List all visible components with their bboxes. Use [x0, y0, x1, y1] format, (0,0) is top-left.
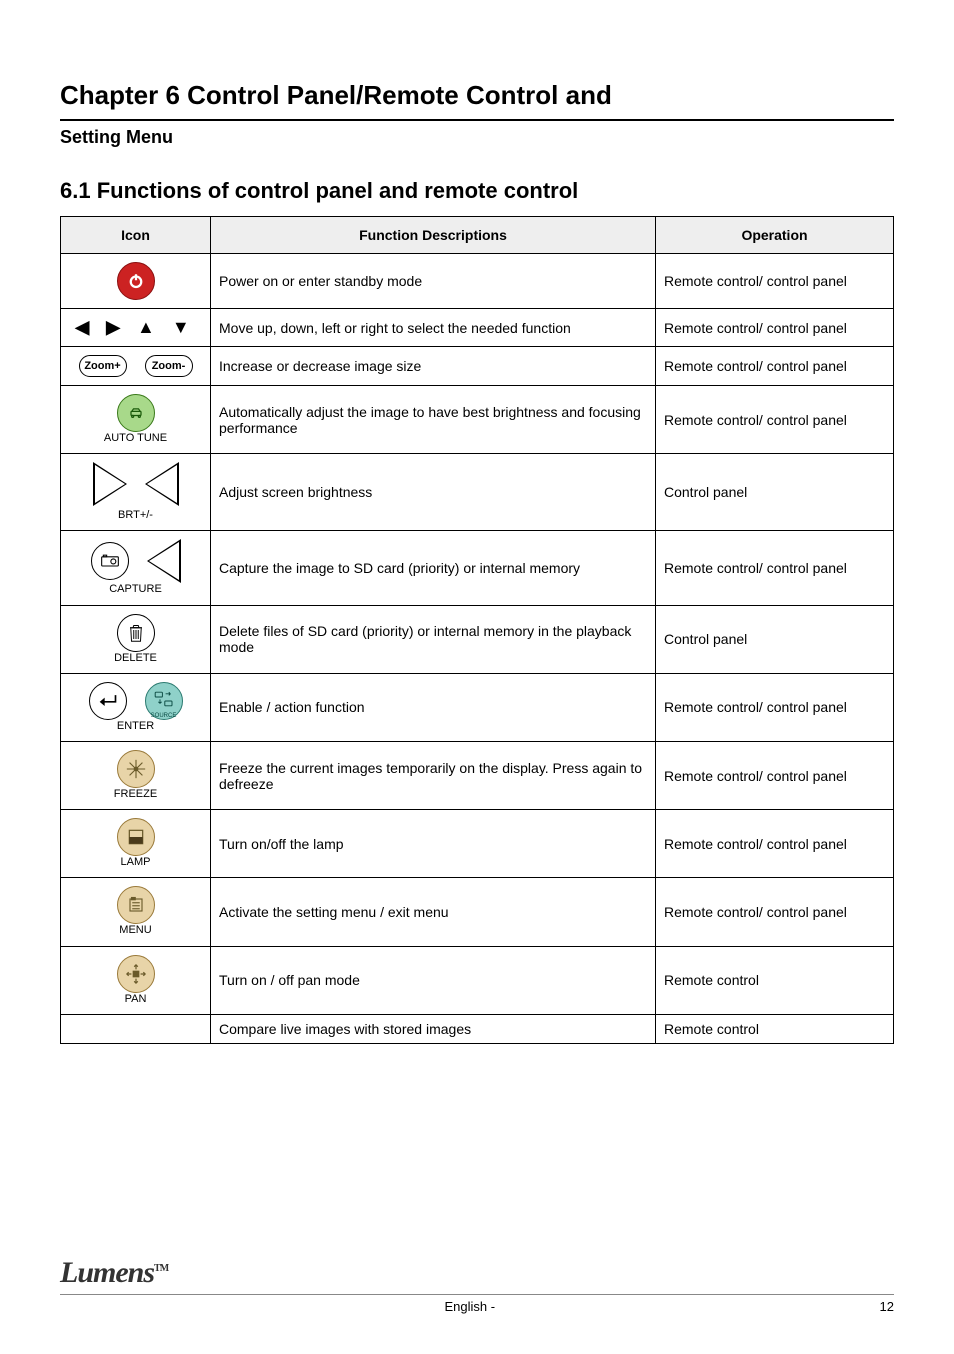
icon-cell-enter: SOURCE ENTER	[61, 673, 211, 741]
icon-cell-zoom: Zoom+ Zoom-	[61, 347, 211, 386]
icon-cell-brt: ☀ ☼ BRT+/-	[61, 454, 211, 531]
lumens-logo: LumensTM	[60, 1256, 168, 1290]
icon-cell-arrows: ◀ ▶ ▲ ▼	[61, 309, 211, 347]
icon-cell-autotune: AUTO TUNE	[61, 386, 211, 454]
enter-plain-icon	[89, 682, 127, 720]
table-row: LAMP Turn on/off the lamp Remote control…	[61, 810, 894, 878]
freeze-label: FREEZE	[65, 788, 206, 801]
enter-label: ENTER	[65, 720, 206, 733]
op-cell: Remote control/ control panel	[656, 878, 894, 946]
icon-cell-capture: 📷 CAPTURE	[61, 531, 211, 605]
table-row: FREEZE Freeze the current images tempora…	[61, 741, 894, 809]
table-row: Power on or enter standby mode Remote co…	[61, 254, 894, 309]
pan-label: PAN	[65, 993, 206, 1006]
col-icon: Icon	[61, 217, 211, 254]
table-row: SOURCE ENTER Enable / action function Re…	[61, 673, 894, 741]
trash-icon	[117, 614, 155, 652]
op-cell: Remote control/ control panel	[656, 309, 894, 347]
capture-label: CAPTURE	[65, 583, 206, 596]
op-cell: Remote control	[656, 1014, 894, 1043]
table-row: DELETE Delete files of SD card (priority…	[61, 605, 894, 673]
footer-rule	[60, 1294, 894, 1295]
menu-icon	[117, 886, 155, 924]
enter-source-sub: SOURCE	[151, 713, 177, 719]
chapter-rule	[60, 119, 894, 121]
power-icon	[117, 262, 155, 300]
func-cell: Turn on/off the lamp	[211, 810, 656, 878]
arrow-icons: ◀ ▶ ▲ ▼	[75, 317, 195, 337]
footer-language: English -	[444, 1299, 495, 1314]
lamp-icon	[117, 818, 155, 856]
func-cell: Increase or decrease image size	[211, 347, 656, 386]
logo-tm: TM	[154, 1263, 168, 1274]
op-cell: Remote control/ control panel	[656, 531, 894, 605]
function-table: Icon Function Descriptions Operation Pow…	[60, 216, 894, 1044]
table-row: Compare live images with stored images R…	[61, 1014, 894, 1043]
icon-cell-lamp: LAMP	[61, 810, 211, 878]
table-row: MENU Activate the setting menu / exit me…	[61, 878, 894, 946]
logo-text: Lumens	[60, 1256, 154, 1289]
func-cell: Capture the image to SD card (priority) …	[211, 531, 656, 605]
capture-circle-icon	[91, 542, 129, 580]
capture-triangle-icon: 📷	[147, 539, 181, 583]
table-row: ☀ ☼ BRT+/- Adjust screen brightness Cont…	[61, 454, 894, 531]
table-row: PAN Turn on / off pan mode Remote contro…	[61, 946, 894, 1014]
menu-label: MENU	[65, 924, 206, 937]
op-cell: Remote control	[656, 946, 894, 1014]
func-cell: Power on or enter standby mode	[211, 254, 656, 309]
chapter-subtitle-left: Setting Menu	[60, 127, 173, 148]
table-row: Zoom+ Zoom- Increase or decrease image s…	[61, 347, 894, 386]
func-cell: Freeze the current images temporarily on…	[211, 741, 656, 809]
chapter-subtitle-row: Setting Menu	[60, 127, 894, 148]
section-title: 6.1 Functions of control panel and remot…	[60, 178, 894, 204]
func-cell: Enable / action function	[211, 673, 656, 741]
lamp-label: LAMP	[65, 856, 206, 869]
func-cell: Activate the setting menu / exit menu	[211, 878, 656, 946]
page-number: 12	[880, 1299, 894, 1314]
op-cell: Remote control/ control panel	[656, 673, 894, 741]
autotune-label: AUTO TUNE	[65, 432, 206, 445]
func-cell: Turn on / off pan mode	[211, 946, 656, 1014]
delete-label: DELETE	[65, 652, 206, 665]
icon-cell-freeze: FREEZE	[61, 741, 211, 809]
table-header-row: Icon Function Descriptions Operation	[61, 217, 894, 254]
icon-cell-pan: PAN	[61, 946, 211, 1014]
col-operation: Operation	[656, 217, 894, 254]
chapter-title: Chapter 6 Control Panel/Remote Control a…	[60, 80, 894, 111]
op-cell: Control panel	[656, 605, 894, 673]
col-function: Function Descriptions	[211, 217, 656, 254]
snowflake-icon	[117, 750, 155, 788]
func-cell: Adjust screen brightness	[211, 454, 656, 531]
func-cell: Move up, down, left or right to select t…	[211, 309, 656, 347]
page-footer: LumensTM English - 12	[60, 1256, 894, 1314]
func-cell: Automatically adjust the image to have b…	[211, 386, 656, 454]
op-cell: Control panel	[656, 454, 894, 531]
pan-icon	[117, 955, 155, 993]
op-cell: Remote control/ control panel	[656, 810, 894, 878]
func-cell: Compare live images with stored images	[211, 1014, 656, 1043]
icon-cell-pbp	[61, 1014, 211, 1043]
table-row: 📷 CAPTURE Capture the image to SD card (…	[61, 531, 894, 605]
icon-cell-delete: DELETE	[61, 605, 211, 673]
brightness-plus-icon: ☀	[93, 462, 127, 506]
brightness-minus-icon: ☼	[145, 462, 179, 506]
table-row: AUTO TUNE Automatically adjust the image…	[61, 386, 894, 454]
op-cell: Remote control/ control panel	[656, 741, 894, 809]
zoom-plus-icon: Zoom+	[79, 355, 127, 377]
enter-source-icon: SOURCE	[145, 682, 183, 720]
zoom-minus-icon: Zoom-	[145, 355, 193, 377]
icon-cell-menu: MENU	[61, 878, 211, 946]
op-cell: Remote control/ control panel	[656, 386, 894, 454]
brt-label: BRT+/-	[65, 509, 206, 522]
op-cell: Remote control/ control panel	[656, 347, 894, 386]
table-row: ◀ ▶ ▲ ▼ Move up, down, left or right to …	[61, 309, 894, 347]
icon-cell-power	[61, 254, 211, 309]
op-cell: Remote control/ control panel	[656, 254, 894, 309]
autotune-icon	[117, 394, 155, 432]
func-cell: Delete files of SD card (priority) or in…	[211, 605, 656, 673]
